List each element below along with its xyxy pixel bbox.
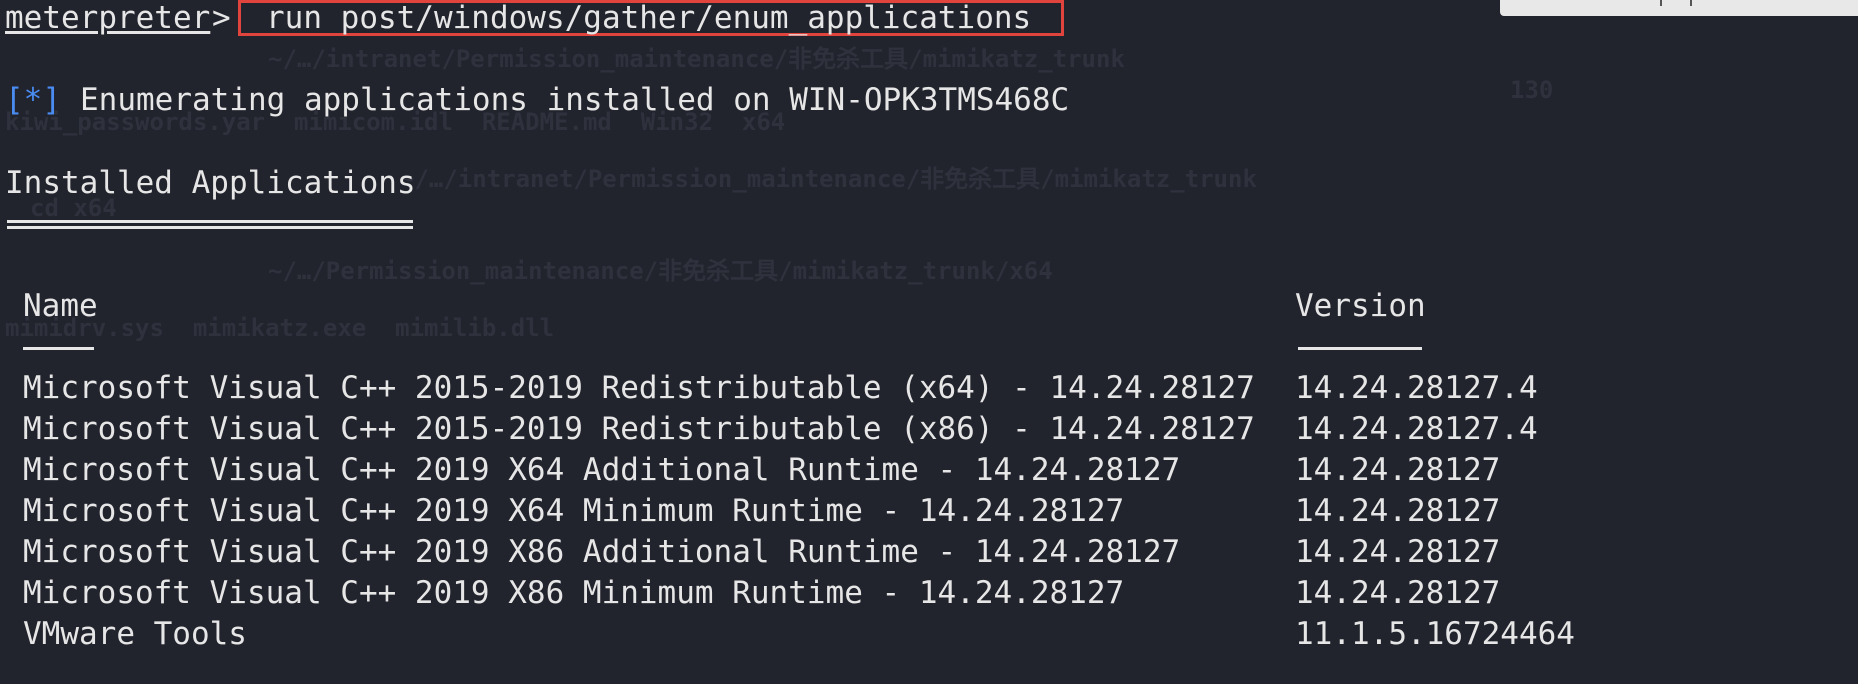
status-message: Enumerating applications installed on WI… (80, 82, 1070, 118)
command-text[interactable]: run post/windows/gather/enum_application… (266, 0, 1031, 36)
ghost-line-1: ~/…/intranet/Permission_maintenance/非免杀工… (268, 45, 1125, 73)
ghost-line-7: 130 (1510, 76, 1554, 104)
table-row-name: Microsoft Visual C++ 2019 X86 Minimum Ru… (23, 575, 1125, 611)
table-row-name: Microsoft Visual C++ 2019 X86 Additional… (23, 534, 1181, 570)
section-heading: Installed Applications (5, 165, 416, 201)
column-header-name: Name (23, 288, 98, 324)
table-row-name: Microsoft Visual C++ 2019 X64 Additional… (23, 452, 1181, 488)
table-row-name: VMware Tools (23, 616, 247, 652)
table-row-version: 14.24.28127 (1295, 452, 1501, 488)
column-rule-name (23, 347, 94, 350)
ghost-line-3: ~/…/intranet/Permission_maintenance/非免杀工… (400, 165, 1257, 193)
prompt-arrow: > (212, 0, 231, 36)
prompt-label: meterpreter (5, 0, 211, 36)
table-row-version: 11.1.5.16724464 (1295, 616, 1575, 652)
table-row-name: Microsoft Visual C++ 2015-2019 Redistrib… (23, 411, 1255, 447)
window-corner-widget (1500, 0, 1858, 16)
table-row-version: 14.24.28127 (1295, 493, 1501, 529)
column-header-version: Version (1295, 288, 1426, 324)
status-indicator: [*] (5, 82, 61, 118)
ghost-line-5: ~/…/Permission_maintenance/非免杀工具/mimikat… (268, 257, 1053, 285)
table-row-name: Microsoft Visual C++ 2015-2019 Redistrib… (23, 370, 1255, 406)
column-rule-version (1298, 347, 1422, 350)
table-row-version: 14.24.28127 (1295, 534, 1501, 570)
table-row-version: 14.24.28127.4 (1295, 370, 1538, 406)
heading-underline (7, 220, 413, 229)
table-row-version: 14.24.28127.4 (1295, 411, 1538, 447)
table-row-version: 14.24.28127 (1295, 575, 1501, 611)
table-row-name: Microsoft Visual C++ 2019 X64 Minimum Ru… (23, 493, 1125, 529)
